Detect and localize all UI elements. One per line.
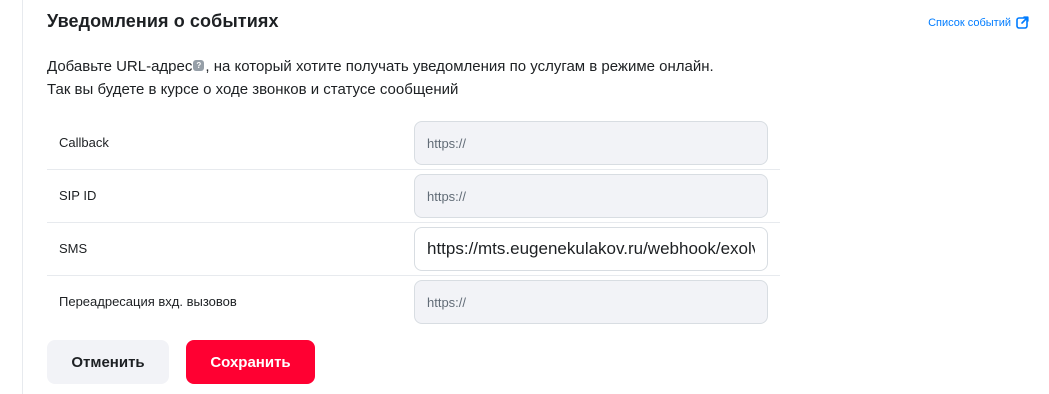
help-icon[interactable]: ?	[193, 60, 205, 71]
external-link-icon	[1016, 16, 1029, 29]
content-left-border	[22, 0, 23, 394]
field-row-callback: Callback	[47, 117, 780, 170]
field-row-call-forwarding: Переадресация вхд. вызовов	[47, 276, 780, 328]
callback-label: Callback	[59, 135, 109, 150]
events-list-link-label: Список событий	[928, 16, 1011, 29]
sip-id-label: SIP ID	[59, 188, 97, 203]
call-forwarding-url-input[interactable]	[414, 280, 768, 324]
field-row-sip-id: SIP ID	[47, 170, 780, 223]
call-forwarding-label: Переадресация вхд. вызовов	[59, 294, 237, 309]
description-text-part1: Добавьте URL-адрес	[47, 58, 193, 75]
events-list-link[interactable]: Список событий	[928, 16, 1029, 29]
field-row-sms: SMS	[47, 223, 780, 276]
webhook-fields: Callback SIP ID SMS Переадресация вхд. в…	[47, 117, 780, 328]
description-text-line2: Так вы будете в курсе о ходе звонков и с…	[47, 81, 459, 98]
section-description: Добавьте URL-адрес?, на который хотите п…	[47, 55, 807, 101]
description-text-part2: , на который хотите получать уведомления…	[205, 58, 714, 75]
section-title: Уведомления о событиях	[47, 11, 279, 31]
sms-url-input[interactable]	[414, 227, 768, 271]
cancel-button[interactable]: Отменить	[47, 340, 169, 384]
callback-url-input[interactable]	[414, 121, 768, 165]
save-button[interactable]: Сохранить	[186, 340, 315, 384]
sip-id-url-input[interactable]	[414, 174, 768, 218]
sms-label: SMS	[59, 241, 88, 256]
